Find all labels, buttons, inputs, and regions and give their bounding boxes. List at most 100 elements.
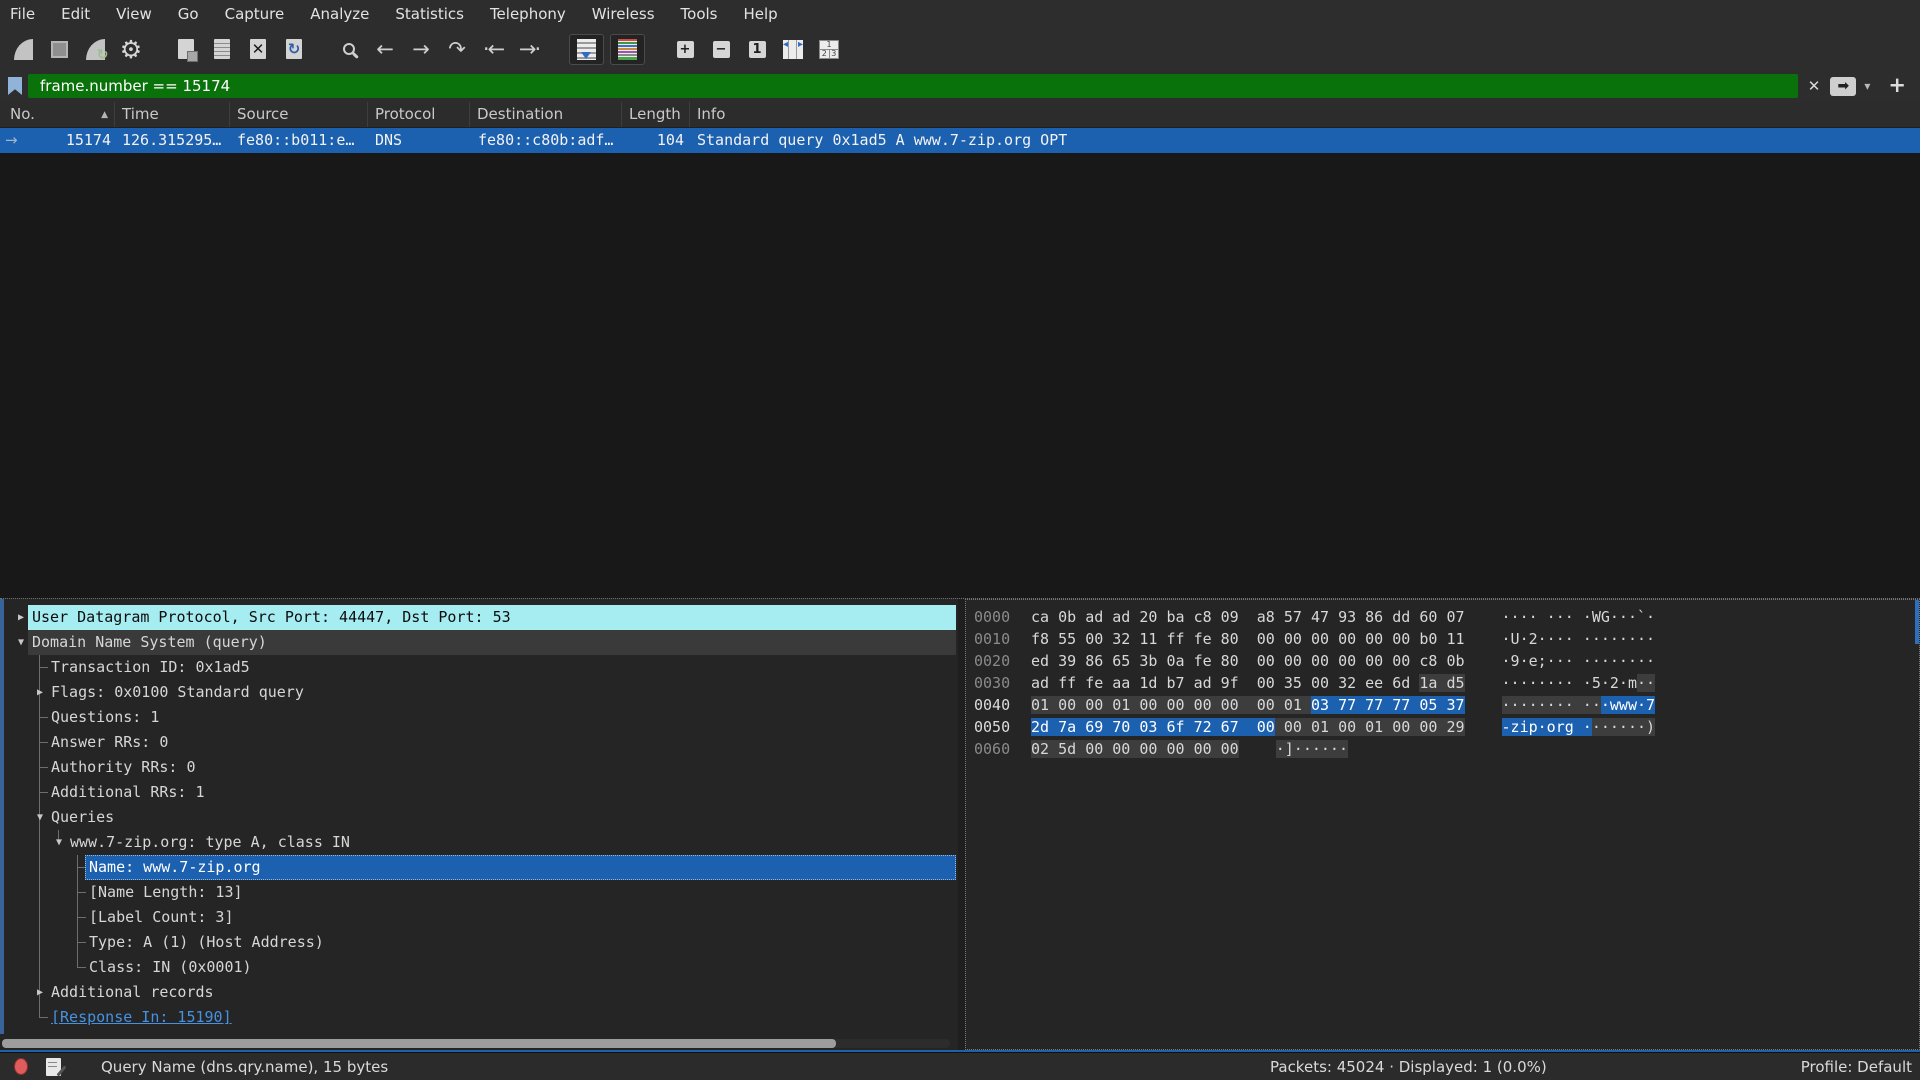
packet-list-row-selected[interactable]: → 15174126.315295…fe80::b011:e…DNSfe80::… bbox=[0, 128, 1920, 153]
go-forward-button[interactable]: → bbox=[406, 33, 436, 65]
capture-comment-icon[interactable] bbox=[46, 1058, 61, 1076]
menu-item-capture[interactable]: Capture bbox=[225, 5, 285, 23]
bytes-scrollbar-thumb[interactable] bbox=[1915, 600, 1919, 644]
colorize-toggle-button[interactable] bbox=[610, 33, 645, 65]
tree-row-link[interactable]: [Response In: 15190] bbox=[6, 1005, 958, 1030]
zoom-in-button[interactable]: + bbox=[670, 33, 700, 65]
expand-arrow-icon[interactable]: ▶ bbox=[32, 980, 48, 1005]
hex-ascii[interactable]: ·]······ bbox=[1276, 738, 1348, 760]
hex-bytes[interactable]: ad ff fe aa 1d b7 ad 9f 00 35 00 32 ee 6… bbox=[1031, 672, 1465, 694]
capture-options-button[interactable]: ⚙ bbox=[116, 33, 146, 65]
tree-row[interactable]: [Name Length: 13] bbox=[6, 880, 958, 905]
hex-ascii[interactable]: ········ ···www·7 bbox=[1502, 694, 1656, 716]
hex-row[interactable]: 00502d 7a 69 70 03 6f 72 67 00 00 01 00 … bbox=[974, 716, 1919, 738]
start-capture-button[interactable] bbox=[8, 33, 38, 65]
hex-row[interactable]: 0000ca 0b ad ad 20 ba c8 09 a8 57 47 93 … bbox=[974, 606, 1919, 628]
tree-row[interactable]: ▼www.7-zip.org: type A, class IN bbox=[6, 830, 958, 855]
zoom-100-button[interactable]: 1 bbox=[742, 33, 772, 65]
stop-capture-button[interactable] bbox=[44, 33, 74, 65]
menu-item-view[interactable]: View bbox=[116, 5, 152, 23]
profile-status[interactable]: Profile: Default bbox=[1801, 1058, 1912, 1076]
save-file-button[interactable] bbox=[207, 33, 237, 65]
hex-row[interactable]: 0010f8 55 00 32 11 ff fe 80 00 00 00 00 … bbox=[974, 628, 1919, 650]
tree-row[interactable]: Class: IN (0x0001) bbox=[6, 955, 958, 980]
collapse-arrow-icon[interactable]: ▼ bbox=[51, 830, 67, 855]
expand-arrow-icon[interactable]: ▶ bbox=[32, 680, 48, 705]
column-header-length[interactable]: Length bbox=[622, 102, 690, 127]
hex-ascii[interactable]: -zip·org ·······) bbox=[1502, 716, 1656, 738]
tree-row[interactable]: [Label Count: 3] bbox=[6, 905, 958, 930]
menu-item-telephony[interactable]: Telephony bbox=[490, 5, 566, 23]
tree-row[interactable]: ▶Additional records bbox=[6, 980, 958, 1005]
hex-row[interactable]: 006002 5d 00 00 00 00 00 00·]······ bbox=[974, 738, 1919, 760]
hex-bytes[interactable]: f8 55 00 32 11 ff fe 80 00 00 00 00 00 0… bbox=[1031, 628, 1465, 650]
go-first-packet-button[interactable]: ·← bbox=[478, 33, 508, 65]
hex-row[interactable]: 004001 00 00 01 00 00 00 00 00 01 03 77 … bbox=[974, 694, 1919, 716]
display-filter-input[interactable]: frame.number == 15174 bbox=[28, 74, 1798, 98]
menu-item-help[interactable]: Help bbox=[743, 5, 777, 23]
hex-bytes[interactable]: ed 39 86 65 3b 0a fe 80 00 00 00 00 00 0… bbox=[1031, 650, 1465, 672]
column-header-info[interactable]: Info bbox=[690, 102, 1920, 127]
tree-row[interactable]: Questions: 1 bbox=[6, 705, 958, 730]
hex-ascii[interactable]: ···· ··· ·WG···`· bbox=[1502, 606, 1656, 628]
auto-scroll-toggle-button[interactable] bbox=[569, 33, 604, 65]
hex-bytes[interactable]: ca 0b ad ad 20 ba c8 09 a8 57 47 93 86 d… bbox=[1031, 606, 1465, 628]
column-header-destination[interactable]: Destination bbox=[470, 102, 622, 127]
open-file-button[interactable] bbox=[171, 33, 201, 65]
menu-item-analyze[interactable]: Analyze bbox=[310, 5, 369, 23]
packet-details-pane[interactable]: ▶User Datagram Protocol, Src Port: 44447… bbox=[0, 599, 958, 1050]
expand-arrow-icon[interactable]: ▶ bbox=[13, 605, 29, 630]
clear-filter-icon[interactable]: ✕ bbox=[1804, 77, 1825, 95]
column-header-source[interactable]: Source bbox=[230, 102, 368, 127]
tree-row[interactable]: Type: A (1) (Host Address) bbox=[6, 930, 958, 955]
menu-item-file[interactable]: File bbox=[10, 5, 35, 23]
column-header-time[interactable]: Time bbox=[115, 102, 230, 127]
reload-file-button[interactable]: ↻ bbox=[279, 33, 309, 65]
column-header-no[interactable]: No.▲ bbox=[0, 102, 115, 127]
details-horizontal-scrollbar[interactable] bbox=[2, 1039, 950, 1048]
tree-row[interactable]: Additional RRs: 1 bbox=[6, 780, 958, 805]
tree-row[interactable]: Transaction ID: 0x1ad5 bbox=[6, 655, 958, 680]
hex-ascii[interactable]: ·U·2···· ········ bbox=[1502, 628, 1656, 650]
packet-list-empty-area[interactable] bbox=[0, 153, 1920, 598]
add-filter-button[interactable]: + bbox=[1878, 73, 1912, 99]
zoom-out-button[interactable]: − bbox=[706, 33, 736, 65]
go-back-button[interactable]: ← bbox=[370, 33, 400, 65]
menu-item-go[interactable]: Go bbox=[178, 5, 199, 23]
column-header-protocol[interactable]: Protocol bbox=[368, 102, 470, 127]
hex-row[interactable]: 0030ad ff fe aa 1d b7 ad 9f 00 35 00 32 … bbox=[974, 672, 1919, 694]
tree-row[interactable]: ▶Flags: 0x0100 Standard query bbox=[6, 680, 958, 705]
go-last-packet-button[interactable]: →· bbox=[514, 33, 544, 65]
packet-bytes-pane[interactable]: 0000ca 0b ad ad 20 ba c8 09 a8 57 47 93 … bbox=[965, 599, 1920, 1050]
collapse-arrow-icon[interactable]: ▼ bbox=[13, 630, 29, 655]
go-to-packet-button[interactable]: ↷ bbox=[442, 33, 472, 65]
hex-ascii[interactable]: ·9·e;··· ········ bbox=[1502, 650, 1656, 672]
find-packet-button[interactable] bbox=[334, 33, 364, 65]
filter-bookmark-icon[interactable] bbox=[8, 77, 22, 95]
menu-item-statistics[interactable]: Statistics bbox=[395, 5, 464, 23]
tree-row[interactable]: Authority RRs: 0 bbox=[6, 755, 958, 780]
hex-bytes[interactable]: 01 00 00 01 00 00 00 00 00 01 03 77 77 7… bbox=[1031, 694, 1465, 716]
menu-item-wireless[interactable]: Wireless bbox=[592, 5, 655, 23]
hex-row[interactable]: 0020ed 39 86 65 3b 0a fe 80 00 00 00 00 … bbox=[974, 650, 1919, 672]
collapse-arrow-icon[interactable]: ▼ bbox=[32, 805, 48, 830]
resize-columns-button[interactable]: ◂▸ bbox=[778, 33, 808, 65]
fit-columns-button[interactable]: 123 bbox=[814, 33, 844, 65]
tree-row[interactable]: ▼Domain Name System (query) bbox=[6, 630, 958, 655]
hex-bytes[interactable]: 2d 7a 69 70 03 6f 72 67 00 00 01 00 01 0… bbox=[1031, 716, 1465, 738]
menu-item-tools[interactable]: Tools bbox=[681, 5, 718, 23]
hex-bytes[interactable]: 02 5d 00 00 00 00 00 00 bbox=[1031, 738, 1239, 760]
restart-capture-button[interactable]: ↻ bbox=[80, 33, 110, 65]
tree-row[interactable]: ▶User Datagram Protocol, Src Port: 44447… bbox=[6, 605, 958, 630]
filter-dropdown-icon[interactable]: ▾ bbox=[1862, 79, 1872, 93]
hex-ascii[interactable]: ········ ·5·2·m·· bbox=[1502, 672, 1656, 694]
apply-filter-button[interactable]: ➡ bbox=[1830, 77, 1856, 96]
tree-row[interactable]: ▼Queries bbox=[6, 805, 958, 830]
menu-item-edit[interactable]: Edit bbox=[61, 5, 90, 23]
details-scrollbar-thumb[interactable] bbox=[2, 1039, 836, 1048]
pane-splitter[interactable] bbox=[958, 599, 965, 1050]
tree-row[interactable]: Answer RRs: 0 bbox=[6, 730, 958, 755]
expert-info-icon[interactable] bbox=[14, 1058, 28, 1075]
close-file-button[interactable]: ✕ bbox=[243, 33, 273, 65]
tree-row-selected[interactable]: Name: www.7-zip.org bbox=[6, 855, 958, 880]
